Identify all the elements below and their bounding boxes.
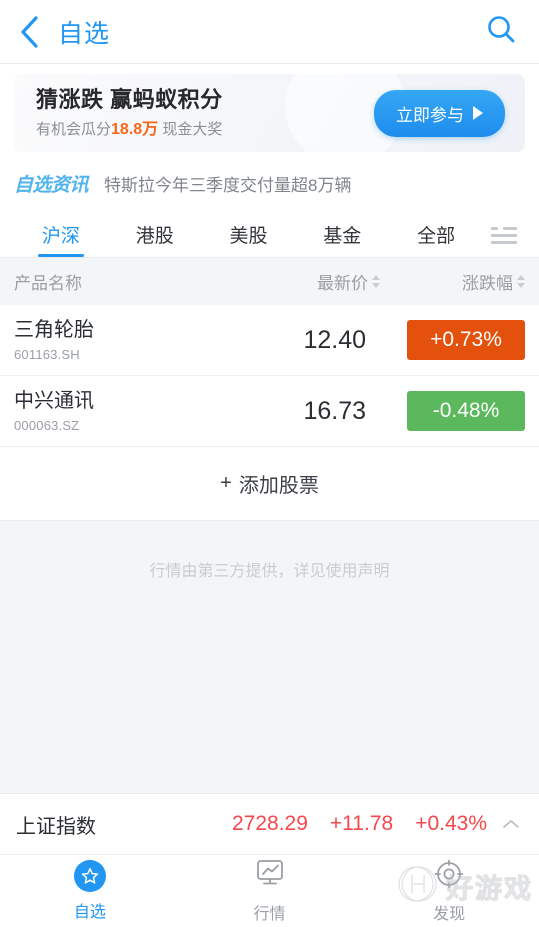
page-title: 自选	[58, 19, 111, 48]
tab-hkstock[interactable]: 港股	[108, 221, 202, 257]
tab-all-label: 全部	[417, 226, 456, 247]
back-button[interactable]	[18, 12, 52, 52]
play-triangle-icon	[473, 106, 483, 120]
promo-sub-highlight: 18.8万	[111, 121, 159, 139]
tabbar-item-watchlist[interactable]: 自选	[0, 855, 180, 927]
add-stock-label: 添加股票	[238, 475, 319, 497]
watchlist: 三角轮胎 601163.SH 12.40 +0.73% 中兴通讯 000063.…	[0, 305, 539, 447]
tabbar-label-markets: 行情	[253, 905, 286, 923]
sort-change-icon[interactable]	[517, 275, 525, 288]
chevron-left-icon	[18, 15, 40, 49]
stock-name: 中兴通讯	[14, 389, 94, 412]
promo-banner-title: 猜涨跌 赢蚂蚁积分	[36, 86, 223, 112]
tab-fund[interactable]: 基金	[295, 221, 389, 257]
column-header-change-label: 涨跌幅	[462, 274, 513, 293]
tabbar-item-discover[interactable]: 发现	[359, 855, 539, 927]
tab-hushen-label: 沪深	[41, 226, 80, 247]
index-change: +11.78	[329, 812, 394, 835]
bottom-tab-bar: 自选 行情 发现	[0, 855, 539, 927]
monitor-chart-icon	[254, 859, 286, 894]
star-icon	[73, 860, 106, 892]
news-logo: 自选资讯	[14, 175, 89, 196]
tab-fund-label: 基金	[323, 226, 362, 247]
compass-icon	[434, 859, 464, 894]
index-percent: +0.43%	[415, 812, 487, 835]
add-stock-button[interactable]: + 添加股票	[0, 447, 539, 521]
promo-banner-subtitle: 有机会瓜分18.8万 现金大奖	[36, 120, 223, 139]
status-badge: +0.73%	[407, 320, 525, 360]
promo-banner-text: 猜涨跌 赢蚂蚁积分 有机会瓜分18.8万 现金大奖	[36, 87, 223, 140]
stock-identity: 中兴通讯 000063.SZ	[14, 390, 230, 433]
stock-code: 000063.SZ	[14, 417, 80, 433]
search-icon	[486, 14, 516, 49]
promo-banner-container: 猜涨跌 赢蚂蚁积分 有机会瓜分18.8万 现金大奖 立即参与	[0, 64, 539, 164]
promo-banner[interactable]: 猜涨跌 赢蚂蚁积分 有机会瓜分18.8万 现金大奖 立即参与	[14, 74, 525, 152]
table-row[interactable]: 中兴通讯 000063.SZ 16.73 -0.48%	[0, 376, 539, 447]
chevron-up-icon[interactable]	[499, 818, 523, 830]
promo-sub-prefix: 有机会瓜分	[36, 121, 112, 139]
tab-usstock[interactable]: 美股	[202, 221, 296, 257]
plus-icon: +	[220, 472, 232, 494]
join-now-label: 立即参与	[396, 105, 464, 125]
search-button[interactable]	[481, 12, 521, 52]
stock-change-cell: -0.48%	[380, 391, 525, 431]
column-header-price[interactable]: 最新价	[230, 269, 380, 294]
news-headline[interactable]: 特斯拉今年三季度交付量超8万辆	[104, 171, 351, 196]
disclaimer-text[interactable]: 行情由第三方提供，详见使用声明	[0, 521, 539, 581]
join-now-button[interactable]: 立即参与	[374, 89, 505, 137]
stock-identity: 三角轮胎 601163.SH	[14, 319, 230, 362]
app-header: 自选	[0, 0, 539, 64]
list-menu-icon[interactable]	[483, 227, 525, 257]
stock-name: 三角轮胎	[14, 318, 94, 341]
table-row[interactable]: 三角轮胎 601163.SH 12.40 +0.73%	[0, 305, 539, 376]
stock-price: 12.40	[303, 325, 366, 354]
index-name: 上证指数	[16, 815, 96, 838]
column-header-change[interactable]: 涨跌幅	[380, 269, 525, 294]
tabbar-label-watchlist: 自选	[73, 904, 106, 921]
tabbar-label-discover: 发现	[433, 905, 466, 923]
table-column-header: 产品名称 最新价 涨跌幅	[0, 257, 539, 305]
stock-code: 601163.SH	[14, 346, 80, 362]
column-header-price-label: 最新价	[317, 274, 368, 293]
market-tabs: 沪深 港股 美股 基金 全部	[0, 207, 539, 257]
app-screen: 自选 猜涨跌 赢蚂蚁积分 有机会瓜分18.8万 现金大奖 立即参与 自选资讯 特…	[0, 0, 539, 927]
promo-sub-suffix: 现金大奖	[162, 121, 223, 139]
tab-usstock-label: 美股	[229, 226, 268, 247]
stock-price: 16.73	[303, 396, 366, 425]
tab-hkstock-label: 港股	[135, 226, 174, 247]
tab-hushen[interactable]: 沪深	[14, 221, 108, 257]
index-value: 2728.29	[232, 812, 308, 835]
tab-all[interactable]: 全部	[389, 221, 483, 257]
content-filler	[0, 581, 539, 793]
index-summary-bar[interactable]: 上证指数 2728.29 +11.78 +0.43%	[0, 793, 539, 855]
column-header-name: 产品名称	[14, 274, 82, 293]
sort-price-icon[interactable]	[372, 275, 380, 288]
status-badge: -0.48%	[407, 391, 525, 431]
news-strip[interactable]: 自选资讯 特斯拉今年三季度交付量超8万辆	[0, 164, 539, 207]
tabbar-item-markets[interactable]: 行情	[180, 855, 360, 927]
stock-change-cell: +0.73%	[380, 320, 525, 360]
